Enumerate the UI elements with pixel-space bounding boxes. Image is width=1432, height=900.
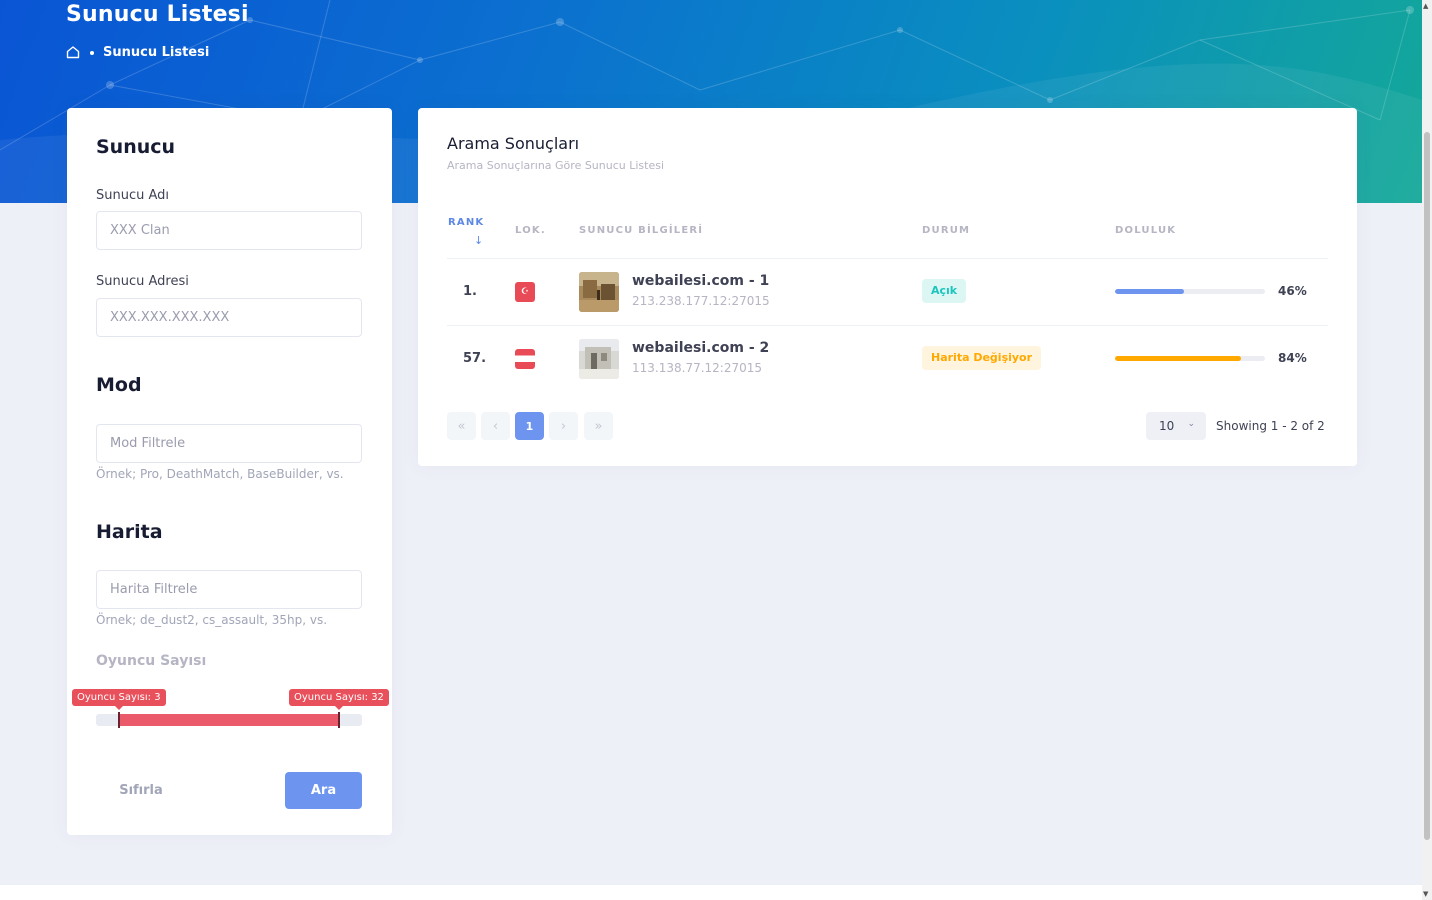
mod-hint: Örnek; Pro, DeathMatch, BaseBuilder, vs. (96, 467, 344, 481)
page-number-button[interactable]: 1 (515, 412, 544, 440)
scrollbar-thumb[interactable] (1424, 132, 1430, 840)
home-icon[interactable] (66, 46, 80, 60)
column-header-server-info: SUNUCU BİLGİLERİ (579, 225, 704, 236)
page-title: Sunucu Listesi (66, 2, 249, 27)
column-header-fullness: DOLULUK (1115, 225, 1177, 236)
scroll-up-icon[interactable]: ▲ (1423, 2, 1428, 10)
fullness-progress-bar (1115, 289, 1265, 294)
fullness-progress-fill (1115, 356, 1241, 361)
server-name-input[interactable] (96, 211, 362, 250)
scroll-down-icon[interactable]: ▼ (1423, 890, 1428, 898)
table-header-divider (447, 258, 1328, 259)
first-page-icon[interactable]: « (447, 412, 476, 440)
server-name-label: Sunucu Adı (96, 188, 170, 203)
chevron-down-icon: ⌄ (1187, 419, 1195, 429)
server-name[interactable]: webailesi.com - 1 (632, 273, 769, 289)
row-rank: 57. (463, 351, 487, 366)
search-button[interactable]: Ara (285, 772, 362, 809)
fullness-progress-bar (1115, 356, 1265, 361)
sort-arrow-down-icon[interactable]: ↓ (474, 234, 483, 247)
mod-section-title: Mod (96, 374, 142, 396)
page-size-select[interactable]: 10 ⌄ (1146, 412, 1206, 440)
results-subtitle: Arama Sonuçlarına Göre Sunucu Listesi (447, 159, 665, 172)
mod-filter-input[interactable] (96, 424, 362, 463)
fullness-percent: 46% (1278, 284, 1307, 298)
filter-panel: Sunucu Sunucu Adı Sunucu Adresi Mod Örne… (67, 108, 392, 835)
slider-range-fill (119, 714, 339, 726)
player-min-tooltip: Oyuncu Sayısı: 3 (72, 689, 166, 710)
server-address-input[interactable] (96, 298, 362, 337)
column-header-location: LOK. (515, 225, 546, 236)
map-thumbnail (579, 272, 619, 312)
column-header-rank[interactable]: RANK (448, 217, 484, 228)
map-hint: Örnek; de_dust2, cs_assault, 35hp, vs. (96, 613, 328, 627)
server-address-label: Sunucu Adresi (96, 274, 189, 289)
breadcrumb-current: Sunucu Listesi (103, 45, 210, 60)
server-name[interactable]: webailesi.com - 2 (632, 340, 769, 356)
breadcrumb-separator (90, 50, 94, 55)
page-scrollbar[interactable]: ▲ ▼ (1422, 0, 1432, 900)
server-address: 113.138.77.12:27015 (632, 361, 763, 375)
row-divider (447, 325, 1328, 326)
reset-button[interactable]: Sıfırla (96, 772, 186, 809)
slider-max-handle[interactable] (338, 712, 340, 728)
player-count-title: Oyuncu Sayısı (96, 653, 207, 669)
fullness-progress-fill (1115, 289, 1184, 294)
next-page-icon[interactable]: › (549, 412, 578, 440)
status-badge: Açık (922, 279, 967, 303)
player-count-slider[interactable] (96, 712, 362, 728)
server-section-title: Sunucu (96, 136, 176, 158)
previous-page-icon[interactable]: ‹ (481, 412, 510, 440)
map-thumbnail (579, 339, 619, 379)
breadcrumb: Sunucu Listesi (66, 45, 209, 60)
pagination-info: Showing 1 - 2 of 2 (1216, 419, 1325, 433)
results-panel: Arama Sonuçları Arama Sonuçlarına Göre S… (418, 108, 1357, 466)
status-badge: Harita Değişiyor (922, 346, 1042, 370)
map-section-title: Harita (96, 521, 163, 543)
player-max-tooltip: Oyuncu Sayısı: 32 (289, 689, 389, 710)
last-page-icon[interactable]: » (584, 412, 613, 440)
turkey-flag-icon: ☪ (515, 282, 535, 302)
fullness-percent: 84% (1278, 351, 1307, 365)
austria-flag-icon (515, 349, 535, 369)
column-header-status: DURUM (922, 225, 971, 236)
slider-min-handle[interactable] (118, 712, 120, 728)
results-title: Arama Sonuçları (447, 134, 580, 153)
page-size-value: 10 (1159, 419, 1175, 433)
server-address: 213.238.177.12:27015 (632, 294, 770, 308)
page-footer (0, 885, 1422, 900)
row-rank: 1. (463, 284, 477, 299)
map-filter-input[interactable] (96, 570, 362, 609)
